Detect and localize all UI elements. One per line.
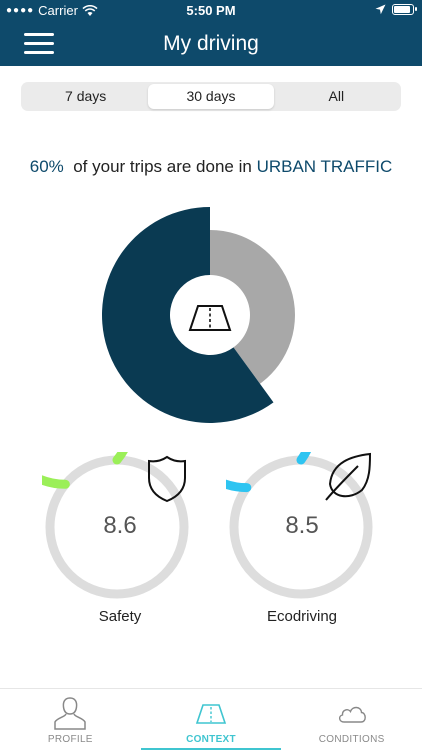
battery-icon	[392, 4, 417, 15]
tab-conditions[interactable]: CONDITIONS	[281, 689, 422, 750]
road-icon	[195, 704, 227, 724]
segment-all[interactable]: All	[274, 84, 399, 109]
page-title: My driving	[163, 32, 259, 55]
status-bar: ●●●● Carrier 5:50 PM	[0, 0, 422, 22]
segment-7-days[interactable]: 7 days	[23, 84, 148, 109]
tab-conditions-label: CONDITIONS	[318, 734, 385, 745]
nav-header: My driving	[0, 22, 422, 66]
person-icon	[54, 697, 87, 730]
status-time: 5:50 PM	[186, 3, 236, 18]
tab-context-label: CONTEXT	[186, 734, 236, 745]
tab-context[interactable]: CONTEXT	[140, 689, 282, 750]
tab-profile-label: PROFILE	[47, 734, 93, 745]
safety-label: Safety	[98, 608, 142, 625]
summary-percent: 60%	[29, 157, 64, 176]
status-right	[375, 4, 417, 15]
tab-profile[interactable]: PROFILE	[0, 689, 141, 750]
ecodriving-label: Ecodriving	[266, 608, 338, 625]
summary-context: URBAN TRAFFIC	[256, 157, 393, 176]
cloud-icon	[338, 706, 366, 723]
period-selector: 7 days 30 days All	[21, 82, 401, 111]
location-arrow-icon	[375, 4, 386, 15]
summary-text: of your trips are done in	[73, 157, 252, 176]
safety-score: 8.6	[103, 512, 137, 539]
leaf-icon	[325, 452, 372, 501]
trip-context-summary: 60% of your trips are done in URBAN TRAF…	[0, 157, 422, 177]
context-donut-chart	[102, 207, 295, 423]
ecodriving-score: 8.5	[285, 512, 319, 539]
shield-icon	[148, 455, 186, 503]
tab-bar: PROFILE CONTEXT CONDITIONS	[0, 688, 422, 750]
segment-30-days[interactable]: 30 days	[148, 84, 274, 109]
road-icon	[188, 305, 232, 331]
